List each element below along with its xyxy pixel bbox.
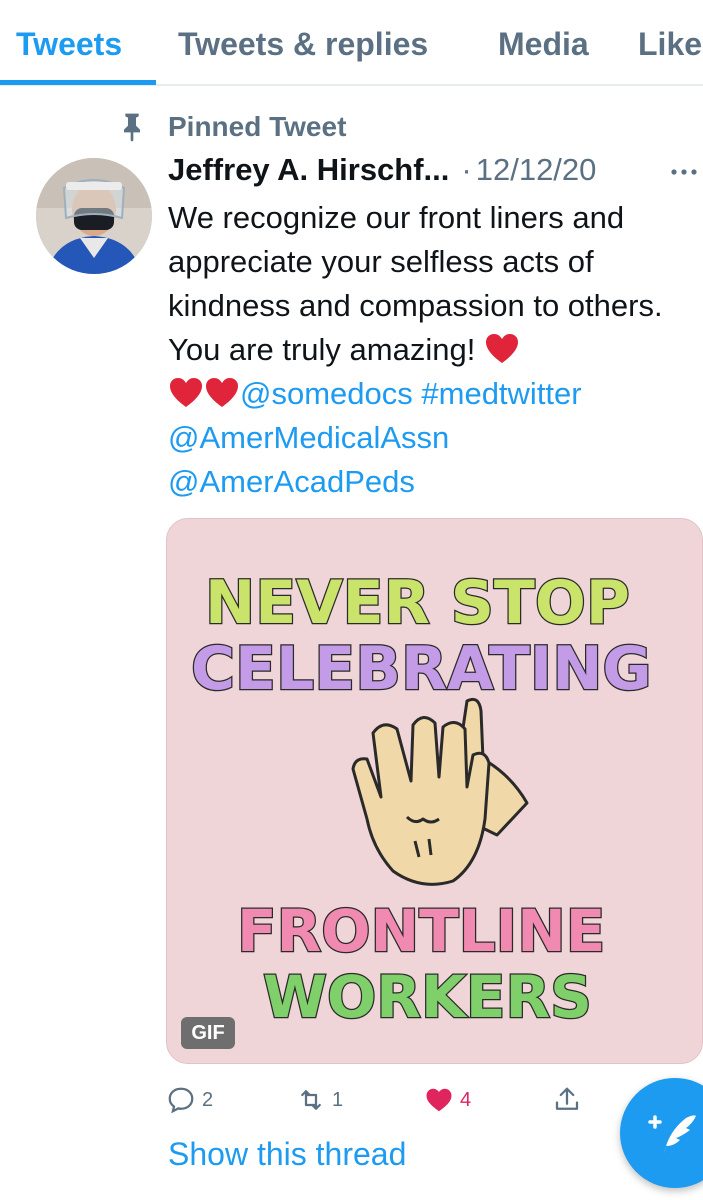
heart-filled-icon	[426, 1088, 452, 1112]
tab-tweets-and-replies[interactable]: Tweets & replies	[178, 26, 428, 63]
gif-headline-line1: NEVER STOP	[205, 568, 630, 638]
pin-icon	[124, 113, 140, 142]
avatar-photo	[36, 158, 152, 274]
mention-somedocs[interactable]: @somedocs	[240, 376, 413, 411]
author-name[interactable]: Jeffrey A. Hirschf...	[168, 152, 449, 188]
retweet-button[interactable]: 1	[296, 1082, 343, 1118]
red-heart-icon	[206, 378, 238, 407]
retweet-count: 1	[332, 1088, 344, 1111]
profile-tab-bar: Tweets Tweets & replies Media Like	[0, 0, 703, 86]
separator-dot: ·	[461, 152, 472, 187]
compose-tweet-button[interactable]	[620, 1078, 703, 1188]
retweet-icon	[301, 1090, 321, 1110]
like-button[interactable]: 4	[424, 1082, 471, 1118]
tweet-body: We recognize our front liners and apprec…	[168, 200, 663, 367]
tweet-header: Jeffrey A. Hirschf... · 12/12/20	[168, 152, 703, 194]
gif-headline-line2: CELEBRATING	[191, 634, 652, 704]
hashtag-medtwitter[interactable]: #medtwitter	[421, 376, 581, 411]
tab-likes[interactable]: Like	[638, 26, 702, 63]
gif-footer-line2: WORKERS	[263, 963, 592, 1031]
reply-icon	[168, 1087, 194, 1114]
tab-media[interactable]: Media	[498, 26, 589, 63]
gif-artwork: NEVER STOP CELEBRATING FRONTLINE WORKERS	[190, 567, 653, 1033]
share-button[interactable]	[552, 1082, 582, 1118]
gif-badge: GIF	[181, 1017, 235, 1049]
tab-tweets[interactable]: Tweets	[16, 26, 122, 63]
gif-footer-line1: FRONTLINE	[237, 897, 605, 965]
active-tab-indicator	[0, 80, 156, 85]
avatar[interactable]	[36, 158, 152, 274]
pinned-indicator: Pinned Tweet	[116, 108, 346, 146]
tweet-date[interactable]: 12/12/20	[476, 152, 597, 188]
show-thread-link[interactable]: Show this thread	[168, 1136, 406, 1173]
reply-button[interactable]: 2	[166, 1082, 213, 1118]
tweet-media-gif[interactable]: NEVER STOP CELEBRATING FRONTLINE WORKERS…	[166, 518, 703, 1064]
clapping-hands-illustration	[351, 697, 529, 886]
red-heart-icon	[170, 378, 202, 407]
tweet-text: We recognize our front liners and apprec…	[168, 196, 698, 504]
mention-amermedicalassn[interactable]: @AmerMedicalAssn	[168, 420, 449, 455]
share-icon	[555, 1087, 579, 1110]
tweet-actions: 2 1 4	[166, 1082, 596, 1118]
red-heart-icon	[485, 334, 518, 363]
more-options-icon[interactable]	[669, 162, 699, 182]
like-count: 4	[460, 1088, 472, 1111]
mention-ameracadpeds[interactable]: @AmerAcadPeds	[168, 464, 415, 499]
compose-feather-icon	[648, 1115, 696, 1154]
pinned-label: Pinned Tweet	[168, 111, 347, 142]
reply-count: 2	[202, 1088, 214, 1111]
